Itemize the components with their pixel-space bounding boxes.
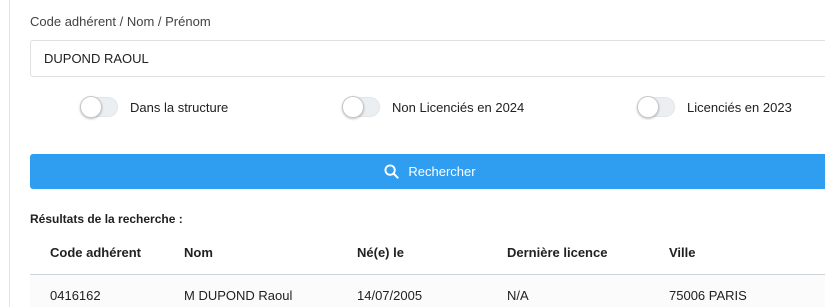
search-button-label: Rechercher: [408, 164, 476, 179]
search-input[interactable]: [30, 40, 825, 77]
cell-code-adherent: 0416162: [30, 274, 184, 307]
column-header-code[interactable]: Code adhérent: [30, 232, 184, 275]
table-header-row: Code adhérent Nom Né(e) le Dernière lice…: [30, 232, 825, 275]
toggle-switch[interactable]: [80, 96, 118, 118]
toggle-label: Non Licenciés en 2024: [392, 99, 525, 115]
table-row[interactable]: 0416162 M DUPOND Raoul 14/07/2005 N/A 75…: [30, 274, 825, 307]
column-header-nom[interactable]: Nom: [184, 232, 357, 275]
page: Code adhérent / Nom / Prénom Dans la str…: [0, 0, 825, 307]
toggle-knob: [637, 96, 659, 118]
toggle-label: Licenciés en 2023: [687, 99, 792, 115]
results-title: Résultats de la recherche :: [30, 212, 183, 226]
toggle-licencies[interactable]: Licenciés en 2023: [637, 96, 792, 118]
search-button[interactable]: Rechercher: [30, 154, 825, 189]
cell-ville: 75006 PARIS: [669, 274, 825, 307]
toggle-knob: [80, 96, 102, 118]
column-header-naissance[interactable]: Né(e) le: [357, 232, 507, 275]
cell-nom: M DUPOND Raoul: [184, 274, 357, 307]
toggle-switch[interactable]: [342, 96, 380, 118]
toggle-non-licencies[interactable]: Non Licenciés en 2024: [342, 96, 524, 118]
cell-derniere-licence: N/A: [507, 274, 669, 307]
cell-date-naissance: 14/07/2005: [357, 274, 507, 307]
column-header-ville[interactable]: Ville: [669, 232, 825, 275]
column-header-derniere-licence[interactable]: Dernière licence: [507, 232, 669, 275]
toggle-label: Dans la structure: [130, 99, 229, 115]
search-icon: [384, 164, 400, 179]
toggle-switch[interactable]: [637, 96, 675, 118]
results-table: Code adhérent Nom Né(e) le Dernière lice…: [30, 232, 825, 307]
toggle-knob: [342, 96, 364, 118]
toggle-dans-la-structure[interactable]: Dans la structure: [80, 96, 228, 118]
search-field-label: Code adhérent / Nom / Prénom: [30, 14, 211, 29]
left-divider: [9, 0, 10, 307]
